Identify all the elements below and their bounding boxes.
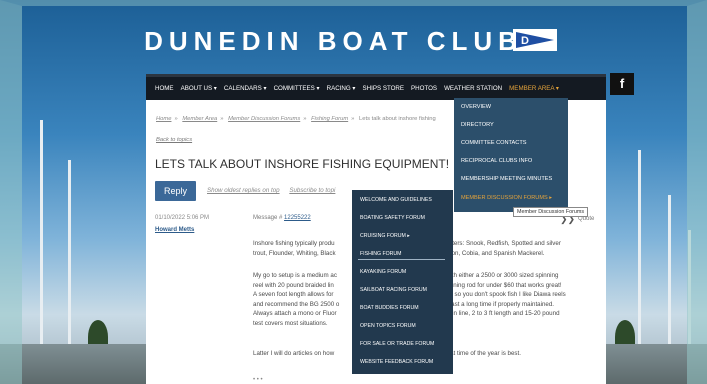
menu-reciprocal-clubs[interactable]: RECIPROCAL CLUBS INFO <box>461 158 532 164</box>
nav-calendars[interactable]: CALENDARS ▾ <box>224 85 267 92</box>
forum-open-topics[interactable]: OPEN TOPICS FORUM <box>360 323 416 329</box>
nav-photos[interactable]: PHOTOS <box>411 85 437 92</box>
main-nav: HOME ABOUT US ▾ CALENDARS ▾ COMMITTEES ▾… <box>146 74 606 100</box>
post-date: 01/10/2022 5:06 PM <box>155 215 210 221</box>
nav-home[interactable]: HOME <box>155 85 174 92</box>
svg-text:D: D <box>521 35 529 47</box>
message-label: Message # <box>253 215 283 221</box>
forum-cruising[interactable]: CRUISING FORUM ▸ <box>360 233 410 239</box>
nav-about-us[interactable]: ABOUT US ▾ <box>181 85 217 92</box>
forum-website-feedback[interactable]: WEBSITE FEEDBACK FORUM <box>360 359 433 365</box>
forum-boating-safety[interactable]: BOATING SAFETY FORUM <box>360 215 425 221</box>
show-oldest-link[interactable]: Show oldest replies on top <box>207 187 280 194</box>
facebook-icon[interactable]: f <box>610 73 634 95</box>
reply-button[interactable]: Reply <box>155 181 196 201</box>
nav-ships-store[interactable]: SHIPS STORE <box>363 85 405 92</box>
breadcrumb: Home» Member Area» Member Discussion For… <box>156 116 436 122</box>
member-area-dropdown: OVERVIEW DIRECTORY COMMITTEE CONTACTS RE… <box>454 98 568 212</box>
active-underline <box>358 259 445 260</box>
menu-directory[interactable]: DIRECTORY <box>461 122 494 128</box>
message-id-link[interactable]: 12255222 <box>284 215 311 221</box>
post-author-link[interactable]: Howard Metts <box>155 227 194 233</box>
nav-racing[interactable]: RACING ▾ <box>327 85 356 92</box>
forum-sailboat-racing[interactable]: SAILBOAT RACING FORUM <box>360 287 427 293</box>
forum-welcome[interactable]: WELCOME AND GUIDELINES <box>360 197 432 203</box>
burgee-logo-icon[interactable]: D <box>513 29 557 51</box>
tooltip: Member Discussion Forums <box>513 207 589 217</box>
forum-for-sale[interactable]: FOR SALE OR TRADE FORUM <box>360 341 434 347</box>
menu-discussion-forums[interactable]: MEMBER DISCUSSION FORUMS ▸ <box>461 195 552 201</box>
breadcrumb-discussion-forums[interactable]: Member Discussion Forums <box>228 116 300 122</box>
breadcrumb-current: Lets talk about inshore fishing <box>359 116 436 122</box>
topic-options: Show oldest replies on top Subscribe to … <box>207 187 343 194</box>
forums-submenu: WELCOME AND GUIDELINES BOATING SAFETY FO… <box>352 190 453 374</box>
menu-overview[interactable]: OVERVIEW <box>461 104 491 110</box>
subscribe-link[interactable]: Subscribe to topi <box>289 187 335 194</box>
nav-weather-station[interactable]: WEATHER STATION <box>444 85 502 92</box>
forum-boat-buddies[interactable]: BOAT BUDDIES FORUM <box>360 305 419 311</box>
more-indicator: • • • <box>253 377 263 383</box>
site-title[interactable]: DUNEDIN BOAT CLUB <box>0 26 707 57</box>
page-title: LETS TALK ABOUT INSHORE FISHING EQUIPMEN… <box>155 157 450 171</box>
nav-committees[interactable]: COMMITTEES ▾ <box>274 85 320 92</box>
back-to-topics-link[interactable]: Back to topics <box>156 137 192 143</box>
forum-fishing[interactable]: FISHING FORUM <box>360 251 402 257</box>
breadcrumb-member-area[interactable]: Member Area <box>182 116 217 122</box>
forum-kayaking[interactable]: KAYAKING FORUM <box>360 269 406 275</box>
breadcrumb-fishing-forum[interactable]: Fishing Forum <box>311 116 348 122</box>
menu-committee-contacts[interactable]: COMMITTEE CONTACTS <box>461 140 526 146</box>
menu-meeting-minutes[interactable]: MEMBERSHIP MEETING MINUTES <box>461 176 552 182</box>
breadcrumb-home[interactable]: Home <box>156 116 171 122</box>
message-number: Message # 12255222 <box>253 215 311 221</box>
nav-member-area[interactable]: MEMBER AREA ▾ <box>509 85 559 92</box>
